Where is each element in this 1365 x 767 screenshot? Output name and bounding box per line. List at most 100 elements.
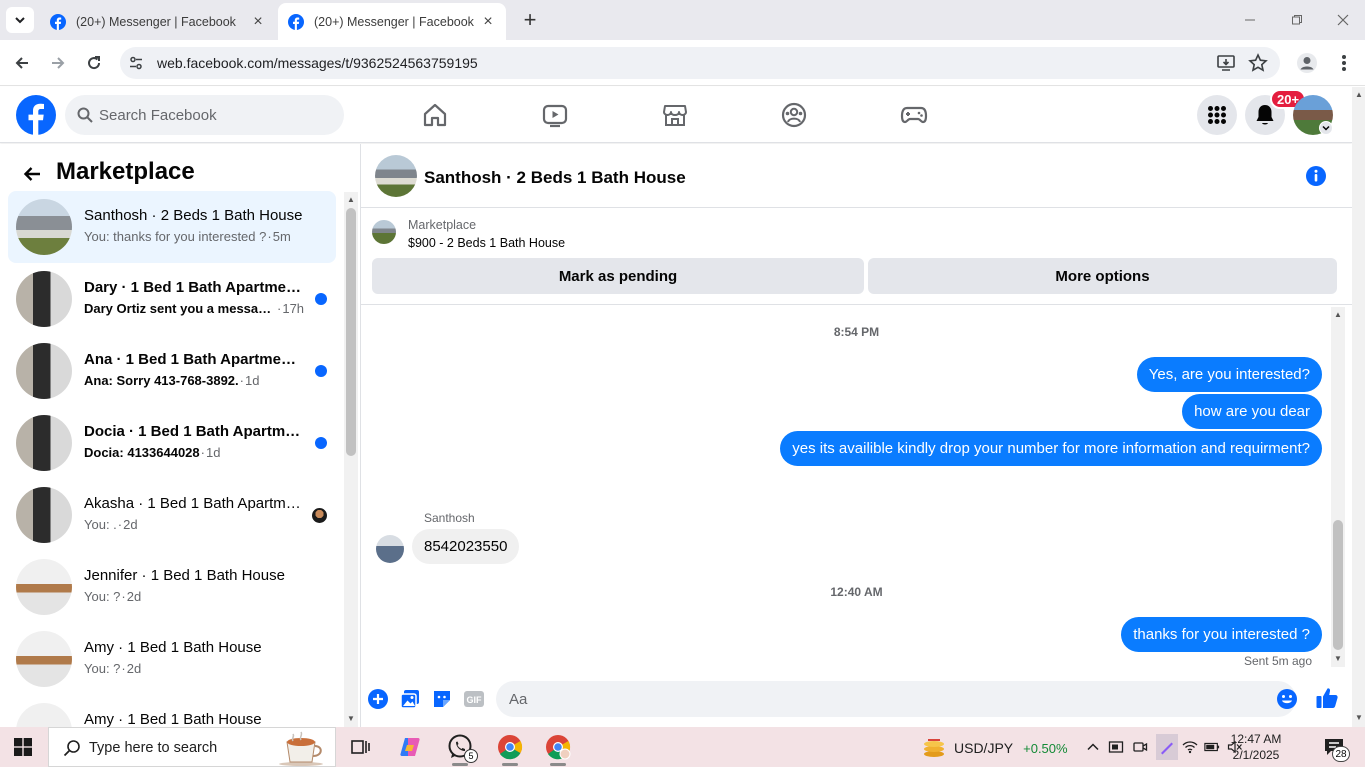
- conversation-time: 1d: [206, 445, 221, 460]
- close-tab-icon[interactable]: ×: [250, 13, 266, 30]
- address-bar[interactable]: web.facebook.com/messages/t/936252456375…: [120, 47, 1280, 79]
- account-dropdown-button[interactable]: [1319, 121, 1333, 135]
- scroll-up-arrow-icon[interactable]: ▲: [347, 195, 355, 204]
- browser-tab-1[interactable]: (20+) Messenger | Facebook ×: [40, 3, 276, 40]
- groups-icon: [781, 102, 807, 128]
- marketplace-sidebar: Marketplace Santhosh · 2 Beds 1 Bath Hou…: [0, 144, 361, 727]
- close-tab-icon[interactable]: ×: [480, 13, 496, 30]
- conversation-item[interactable]: Jennifer · 1 Bed 1 Bath House You: ? · 2d: [8, 551, 336, 623]
- conversation-time: 2d: [126, 589, 142, 604]
- plus-circle-icon[interactable]: [367, 688, 389, 710]
- scroll-down-arrow-icon[interactable]: ▼: [347, 714, 355, 723]
- groups-nav-button[interactable]: [779, 100, 809, 130]
- tab-search-button[interactable]: [6, 7, 34, 33]
- menu-button[interactable]: [1197, 95, 1237, 135]
- scroll-up-arrow-icon[interactable]: ▲: [1334, 310, 1342, 319]
- network-icon[interactable]: [1182, 739, 1198, 755]
- copilot-button[interactable]: [396, 733, 424, 761]
- facebook-search-input[interactable]: [99, 95, 329, 135]
- scrollbar-thumb[interactable]: [1333, 520, 1343, 650]
- outgoing-message[interactable]: thanks for you interested ?: [1121, 617, 1322, 652]
- notification-center-button[interactable]: 28: [1324, 738, 1350, 762]
- conversation-item[interactable]: Santhosh · 2 Beds 1 Bath House You: than…: [8, 191, 336, 263]
- restore-icon[interactable]: [1285, 8, 1309, 32]
- browser-menu-icon[interactable]: [1336, 52, 1352, 74]
- bookmark-star-icon[interactable]: [1248, 53, 1268, 73]
- search-highlight-hot-drink-icon: [279, 731, 323, 766]
- chevron-down-icon: [15, 17, 25, 24]
- conversation-item[interactable]: Amy · 1 Bed 1 Bath House: [8, 695, 336, 727]
- incoming-message[interactable]: 8542023550: [412, 529, 520, 564]
- video-nav-button[interactable]: [540, 100, 570, 130]
- chat-listing-avatar[interactable]: [375, 155, 417, 197]
- listing-mini-thumbnail[interactable]: [372, 220, 396, 244]
- conversation-item[interactable]: Ana · 1 Bed 1 Bath Apartment/Condo Ana: …: [8, 335, 336, 407]
- task-view-button[interactable]: [346, 733, 374, 761]
- arrow-left-icon: [15, 57, 28, 69]
- page-scrollbar[interactable]: ▲ ▼: [1352, 87, 1365, 727]
- message-input-container[interactable]: [496, 681, 1298, 717]
- listing-title-price[interactable]: $900 - 2 Beds 1 Bath House: [408, 236, 565, 250]
- site-settings-icon[interactable]: [128, 55, 144, 71]
- whatsapp-taskbar-button[interactable]: 5: [446, 733, 478, 766]
- outgoing-message[interactable]: how are you dear: [1182, 394, 1322, 429]
- home-nav-button[interactable]: [420, 100, 450, 130]
- mark-as-pending-button[interactable]: Mark as pending: [372, 258, 864, 294]
- close-window-icon[interactable]: [1331, 8, 1355, 32]
- reload-button[interactable]: [81, 50, 107, 76]
- emoji-icon[interactable]: [1276, 688, 1298, 710]
- facebook-search[interactable]: [65, 95, 344, 135]
- pen-workspace-icon[interactable]: [1156, 734, 1178, 760]
- screen-capture-icon[interactable]: [1108, 739, 1124, 755]
- facebook-logo-icon[interactable]: [16, 95, 56, 135]
- incoming-sender-name: Santhosh: [424, 511, 475, 525]
- scrollbar-thumb[interactable]: [346, 208, 356, 456]
- clock-time: 12:47 AM: [1230, 732, 1282, 746]
- listing-source-label: Marketplace: [408, 218, 477, 232]
- taskbar-search[interactable]: Type here to search: [48, 727, 336, 767]
- outgoing-message[interactable]: yes its availible kindly drop your numbe…: [780, 431, 1322, 466]
- minimize-icon[interactable]: [1238, 8, 1262, 32]
- conversation-item[interactable]: Akasha · 1 Bed 1 Bath Apartment/Condo Yo…: [8, 479, 336, 551]
- conversation-item[interactable]: Dary · 1 Bed 1 Bath Apartment/Condo Dary…: [8, 263, 336, 335]
- gif-icon[interactable]: GIF: [463, 688, 485, 710]
- sender-avatar[interactable]: [376, 535, 404, 563]
- show-hidden-icons-chevron-up-icon[interactable]: [1085, 739, 1101, 755]
- new-tab-plus-icon[interactable]: +: [518, 7, 542, 32]
- conversation-name: Dary · 1 Bed 1 Bath Apartment/Condo: [84, 279, 304, 296]
- photo-gallery-icon[interactable]: [399, 688, 421, 710]
- battery-icon[interactable]: [1204, 739, 1220, 755]
- meet-now-icon[interactable]: [1132, 739, 1148, 755]
- sticker-icon[interactable]: [431, 688, 453, 710]
- chrome-taskbar-button-1[interactable]: [496, 733, 524, 766]
- install-app-icon[interactable]: [1216, 53, 1236, 73]
- scroll-up-arrow-icon[interactable]: ▲: [1355, 90, 1363, 99]
- scroll-down-arrow-icon[interactable]: ▼: [1355, 713, 1363, 722]
- sidebar-scrollbar[interactable]: ▲ ▼: [344, 192, 358, 727]
- chat-title[interactable]: Santhosh · 2 Beds 1 Bath House: [424, 168, 686, 188]
- forward-button[interactable]: [45, 50, 71, 76]
- thumbs-up-icon[interactable]: [1315, 686, 1339, 710]
- chat-scrollbar[interactable]: ▲ ▼: [1331, 307, 1345, 667]
- more-options-button[interactable]: More options: [868, 258, 1337, 294]
- reload-icon: [88, 56, 101, 70]
- facebook-favicon-icon: [50, 13, 66, 30]
- outgoing-message[interactable]: Yes, are you interested?: [1136, 357, 1322, 392]
- listing-thumbnail: [16, 271, 72, 327]
- browser-tab-2[interactable]: (20+) Messenger | Facebook ×: [278, 3, 506, 40]
- scroll-down-arrow-icon[interactable]: ▼: [1334, 654, 1342, 663]
- taskbar-clock[interactable]: 12:47 AM 2/1/2025: [1222, 731, 1290, 763]
- conversation-item[interactable]: Amy · 1 Bed 1 Bath House You: ? · 2d: [8, 623, 336, 695]
- message-input[interactable]: [509, 681, 1249, 717]
- profile-icon[interactable]: [1296, 52, 1318, 74]
- gaming-nav-button[interactable]: [899, 100, 929, 130]
- sidebar-back-button[interactable]: [18, 160, 46, 188]
- stock-ticker-widget[interactable]: USD/JPY +0.50%: [922, 737, 1068, 759]
- tab-title: (20+) Messenger | Facebook: [314, 14, 474, 29]
- conversation-item[interactable]: Docia · 1 Bed 1 Bath Apartment/Condo Doc…: [8, 407, 336, 479]
- info-icon[interactable]: [1305, 165, 1327, 187]
- back-button[interactable]: [9, 50, 35, 76]
- chrome-taskbar-button-2[interactable]: [544, 733, 572, 766]
- marketplace-nav-button[interactable]: [660, 100, 690, 130]
- windows-start-icon[interactable]: [14, 738, 32, 756]
